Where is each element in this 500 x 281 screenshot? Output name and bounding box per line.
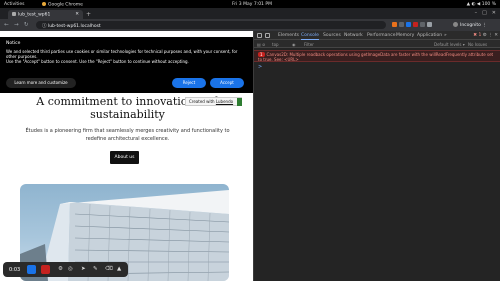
menu-icon[interactable]: ⋮ [488,33,493,38]
lubendo-link[interactable]: Lubendo [216,99,233,104]
toolbar: ← → ↻ ⓘ lub-test-wp61.localhost Incognit… [0,19,500,31]
forward-icon[interactable]: → [14,22,19,28]
close-window-icon[interactable]: ✕ [492,10,496,16]
close-devtools-icon[interactable]: ✕ [494,33,498,38]
tab-sources[interactable]: Sources [323,33,341,38]
browser-tab[interactable]: lub_test_wp61 ✕ [8,10,83,19]
system-top-bar: Activities Google Chrome Fri 3 May 7:01 … [0,0,500,8]
minimize-icon[interactable]: – [475,10,478,16]
accept-button[interactable]: Accept [210,78,244,88]
reload-icon[interactable]: ↻ [24,22,29,28]
error-counter[interactable]: ✖ 1 [473,33,481,38]
clock[interactable]: Fri 3 May 7:01 PM [232,2,272,7]
incognito-profile[interactable]: Incognito ⋮ [453,21,487,28]
tab-strip: lub_test_wp61 ✕ + – □ ✕ [0,8,500,19]
pen-icon[interactable]: ✎ [93,266,98,272]
extension-icon[interactable] [420,22,425,27]
shape-icon[interactable]: ▲ [117,266,121,272]
recorder-toolbar: 0:03 ⚙ ◎ ➤ ✎ ⌫ ▲ [3,262,128,277]
error-text: Canvas2D: Multiple readback operations u… [258,52,494,62]
tab-console[interactable]: Console [301,33,319,40]
filter-input[interactable]: Filter [304,42,314,47]
webcam-icon[interactable]: ◎ [68,266,73,272]
tab-memory[interactable]: Memory [396,33,414,38]
extension-icon[interactable] [392,22,397,27]
console-error-message[interactable]: 1 Canvas2D: Multiple readback operations … [254,50,500,62]
extensions-area [392,22,434,28]
extension-icon[interactable] [413,22,418,27]
console-toolbar: ▤ ⊘ top ◉ Filter Default levels ▾ No Iss… [254,40,500,48]
close-tab-icon[interactable]: ✕ [75,12,79,17]
reject-button[interactable]: Reject [172,78,206,88]
eraser-icon[interactable]: ⌫ [105,266,113,272]
web-page: A commitment to innovation and sustainab… [0,31,253,281]
recording-time: 0:03 [9,266,21,273]
favicon-icon [12,12,16,16]
system-tray[interactable]: ▲ ◐ ◀ 100 % [467,2,496,7]
created-with-badge[interactable]: Created with Lubendo [185,97,242,106]
device-toolbar-icon[interactable] [265,33,270,38]
issues-button[interactable]: No Issues [468,42,487,47]
url-text: lub-test-wp61.localhost [47,23,101,29]
devtools-actions: ✖ 1 ⚙ ⋮ ✕ [473,33,498,38]
cookie-banner: Notice We and selected third parties use… [0,37,253,93]
back-icon[interactable]: ← [4,22,9,28]
cookie-title: Notice [6,41,21,46]
eye-icon[interactable]: ◉ [292,42,296,47]
app-name: Google Chrome [48,2,83,7]
tab-title: lub_test_wp61 [18,12,51,18]
cookie-text: We and selected third parties use cookie… [6,49,238,59]
error-count: 1 [478,33,482,38]
console-prompt[interactable]: > [258,64,262,70]
maximize-icon[interactable]: □ [482,10,487,16]
more-tabs-icon[interactable]: » [444,33,447,38]
about-us-button[interactable]: About us [110,151,139,164]
levels-dropdown[interactable]: Default levels ▾ [434,42,465,47]
extension-icon[interactable] [399,22,404,27]
network-icon: ▲ ◐ ◀ [466,1,482,7]
hero-description: Études is a pioneering firm that seamles… [25,128,230,142]
settings-icon[interactable]: ⚙ [58,266,63,272]
tab-application[interactable]: Application [417,33,442,38]
stop-button[interactable] [41,265,50,274]
puzzle-icon[interactable] [427,22,432,27]
incognito-icon [453,21,458,27]
devtools-tabs: Elements Console Sources Network Perform… [254,31,500,40]
badge-icon [237,98,242,106]
pointer-icon[interactable]: ➤ [81,266,86,272]
settings-icon[interactable]: ⚙ [483,33,487,38]
created-prefix: Created with [189,99,216,104]
sidebar-toggle-icon[interactable]: ▤ ⊘ [257,42,265,47]
battery-level: 100 % [481,1,496,7]
tab-elements[interactable]: Elements [278,33,299,38]
profile-label: Incognito [460,22,481,28]
app-menu[interactable]: Google Chrome [42,1,83,7]
window-controls: – □ ✕ [470,10,496,16]
tab-performance[interactable]: Performance [367,33,396,38]
address-bar[interactable]: ⓘ lub-test-wp61.localhost [36,21,386,29]
activities-button[interactable]: Activities [4,2,25,7]
context-select[interactable]: top [272,42,279,47]
pause-button[interactable] [27,265,36,274]
learn-more-button[interactable]: Learn more and customize [6,78,76,88]
tab-network[interactable]: Network [344,33,363,38]
cookie-text-2: Use the "Accept" button to consent. Use … [6,59,189,64]
extension-icon[interactable] [406,22,411,27]
chrome-icon [42,1,46,6]
devtools-panel: Elements Console Sources Network Perform… [253,31,500,281]
new-tab-icon[interactable]: + [86,11,91,18]
inspect-icon[interactable] [257,33,262,38]
